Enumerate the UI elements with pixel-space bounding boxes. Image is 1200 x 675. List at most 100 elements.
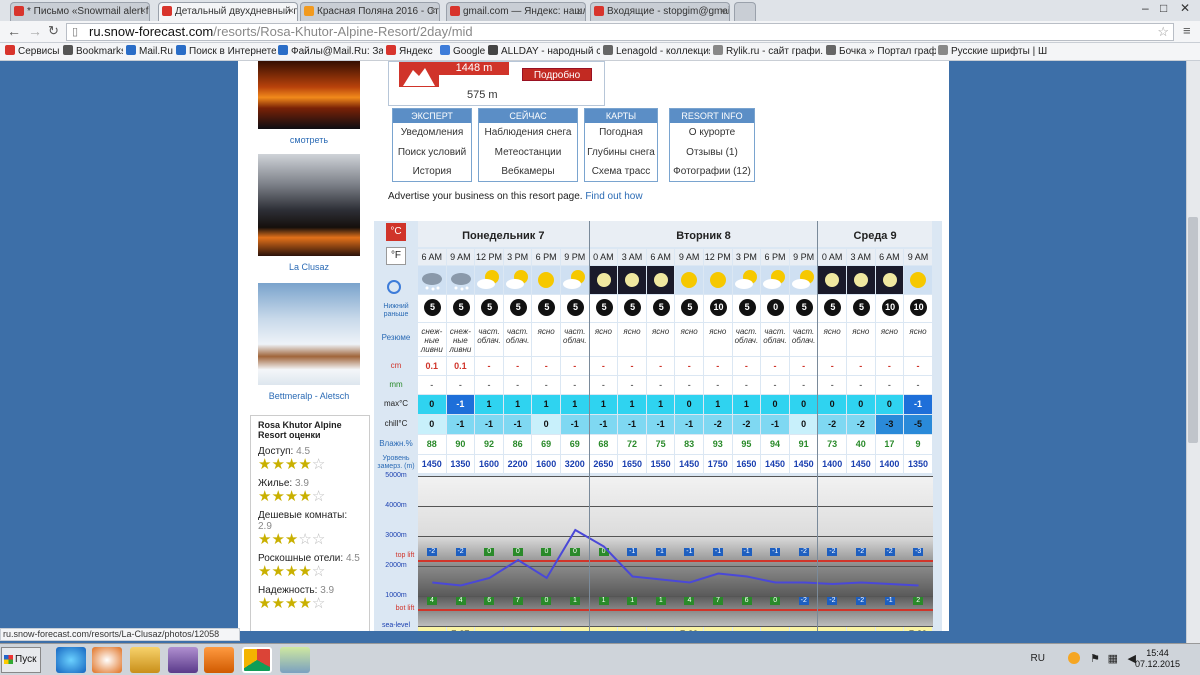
browser-tab[interactable]: gmail.com — Яндекс: нашло × — [446, 2, 586, 21]
language-indicator[interactable]: RU — [1031, 653, 1045, 664]
browser-tab[interactable]: * Письмо «Snowmail alert fo × — [10, 2, 150, 21]
bookmark-item[interactable]: Google — [440, 45, 485, 59]
tab-close-icon[interactable]: × — [720, 3, 726, 20]
snow-cell: - — [475, 357, 503, 375]
freezing-cell: 3200 — [561, 455, 589, 473]
photo-thumb[interactable]: Bettmeralp - Aletsch — [258, 283, 360, 401]
menu-item[interactable]: Вебкамеры — [479, 162, 577, 182]
weather-cell — [704, 266, 732, 294]
minimize-icon[interactable]: – — [1142, 1, 1149, 15]
menu-item[interactable]: История — [393, 162, 471, 182]
find-out-link[interactable]: Find out how — [585, 191, 642, 202]
bookmark-item[interactable]: Яндекс — [386, 45, 436, 59]
star-icon: ☆ — [298, 531, 312, 548]
ie-icon[interactable] — [56, 647, 86, 673]
bookmark-item[interactable]: Сервисы — [5, 45, 60, 59]
reload-icon[interactable]: ↻ — [48, 23, 59, 39]
menu-item[interactable]: Поиск условий — [393, 143, 471, 163]
floppy-icon[interactable] — [168, 647, 198, 673]
menu-item[interactable]: О курорте — [670, 123, 754, 143]
bookmark-label: Google — [453, 46, 485, 57]
details-button[interactable]: Подробно — [522, 68, 592, 81]
bookmark-item[interactable]: Lenagold - коллекция... — [603, 45, 710, 59]
unit-c-button[interactable]: °C — [386, 223, 406, 241]
forward-icon[interactable]: → — [28, 23, 42, 39]
start-button[interactable]: Пуск — [1, 647, 41, 673]
freezing-cell: 1600 — [475, 455, 503, 473]
media-player-icon[interactable] — [92, 647, 122, 673]
bookmark-star-icon[interactable]: ☆ — [1157, 24, 1169, 40]
menu-heading[interactable]: СЕЙЧАС — [479, 109, 577, 123]
photo-caption[interactable]: La Clusaz — [258, 262, 360, 272]
browser-tab[interactable]: Красная Поляна 2016 - Стр × — [300, 2, 440, 21]
bookmark-item[interactable]: Rylik.ru - сайт графи... — [713, 45, 823, 59]
clock-icon[interactable] — [387, 280, 401, 294]
bookmark-item[interactable]: Русские шрифты | Ш... — [938, 45, 1048, 59]
menu-item[interactable]: Глубины снега — [585, 143, 657, 163]
menu-item[interactable]: Фотографии (12) — [670, 162, 754, 182]
tab-close-icon[interactable]: × — [430, 3, 436, 20]
sunset-image[interactable] — [258, 61, 360, 129]
menu-item[interactable]: Уведомления — [393, 123, 471, 143]
bookmark-icon — [176, 45, 186, 55]
scrollbar-thumb[interactable] — [1188, 217, 1198, 443]
chill-temp-cell: -1 — [646, 415, 675, 434]
network-icon[interactable]: ▦ — [1108, 652, 1118, 665]
bookmark-item[interactable]: Поиск в Интернете — [176, 45, 276, 59]
max-temp-cell: 0 — [875, 395, 904, 414]
moon-icon — [596, 273, 611, 287]
menu-item[interactable]: Наблюдения снега — [479, 123, 577, 143]
bookmark-item[interactable]: ALLDAY - народный с... — [488, 45, 600, 59]
ratings-list: Доступ: 4.5 ★★★★☆ Жилье: 3.9 ★★★★☆ Дешевые к… — [258, 446, 362, 611]
menu-heading[interactable]: ЭКСПЕРТ — [393, 109, 471, 123]
snow-cell: 0.1 — [446, 357, 475, 375]
la-clusaz-image[interactable] — [258, 154, 360, 256]
menu-icon[interactable]: ≡ — [1183, 23, 1191, 38]
rating-row: Дешевые комнаты: 2.9 — [258, 510, 362, 532]
menu-heading[interactable]: RESORT INFO — [670, 109, 754, 123]
new-tab-button[interactable] — [734, 2, 756, 21]
tab-close-icon[interactable]: × — [288, 3, 294, 20]
unit-f-button[interactable]: °F — [386, 247, 406, 265]
freezing-cell: 1400 — [818, 455, 846, 473]
menu-item[interactable]: Погодная — [585, 123, 657, 143]
tray-icon[interactable] — [1068, 652, 1080, 664]
wind-arrow-icon: 5 — [424, 299, 441, 316]
bookmark-item[interactable]: Бочка » Портал граф... — [826, 45, 936, 59]
photo-thumb[interactable]: смотреть — [258, 61, 360, 145]
rating-stars: ★★★☆☆ — [258, 532, 362, 547]
paint-icon[interactable] — [280, 647, 310, 673]
photo-caption[interactable]: смотреть — [258, 135, 360, 145]
back-icon[interactable]: ← — [7, 23, 21, 39]
star-icon: ☆ — [311, 488, 326, 505]
photo-caption[interactable]: Bettmeralp - Aletsch — [258, 391, 360, 401]
outlook-icon[interactable] — [204, 647, 234, 673]
bookmark-item[interactable]: Bookmarks — [63, 45, 123, 59]
menu-item[interactable]: Отзывы (1) — [670, 143, 754, 163]
summary-cell: част. облач. — [732, 323, 761, 356]
clock[interactable]: 15:44 07.12.2015 — [1135, 648, 1180, 670]
url-input[interactable]: ▯ ru.snow-forecast.com/resorts/Rosa-Khut… — [66, 23, 1174, 41]
chrome-icon[interactable] — [242, 647, 272, 673]
moon-icon — [825, 273, 840, 287]
bookmark-item[interactable]: Mail.Ru — [126, 45, 174, 59]
rain-cell: - — [561, 376, 589, 394]
close-window-icon[interactable]: ✕ — [1180, 1, 1190, 15]
maximize-icon[interactable]: □ — [1160, 1, 1167, 15]
bettmeralp-image[interactable] — [258, 283, 360, 385]
tab-close-icon[interactable]: × — [140, 3, 146, 20]
humidity-cell: 94 — [761, 435, 789, 454]
menu-item[interactable]: Схема трасс — [585, 162, 657, 182]
humidity-cell: 9 — [904, 435, 932, 454]
flag-icon[interactable]: ⚑ — [1090, 652, 1100, 665]
humidity-cell: 69 — [561, 435, 589, 454]
explorer-icon[interactable] — [130, 647, 160, 673]
rain-cell: - — [675, 376, 703, 394]
tab-close-icon[interactable]: × — [576, 3, 582, 20]
photo-thumb[interactable]: La Clusaz — [258, 154, 360, 272]
browser-tab[interactable]: Входящие - stopgim@gmail. × — [590, 2, 730, 21]
browser-tab[interactable]: Детальный двухдневный п × — [158, 2, 298, 21]
bookmark-item[interactable]: Файлы@Mail.Ru: Заг... — [278, 45, 383, 59]
menu-heading[interactable]: КАРТЫ — [585, 109, 657, 123]
menu-item[interactable]: Метеостанции — [479, 143, 577, 163]
